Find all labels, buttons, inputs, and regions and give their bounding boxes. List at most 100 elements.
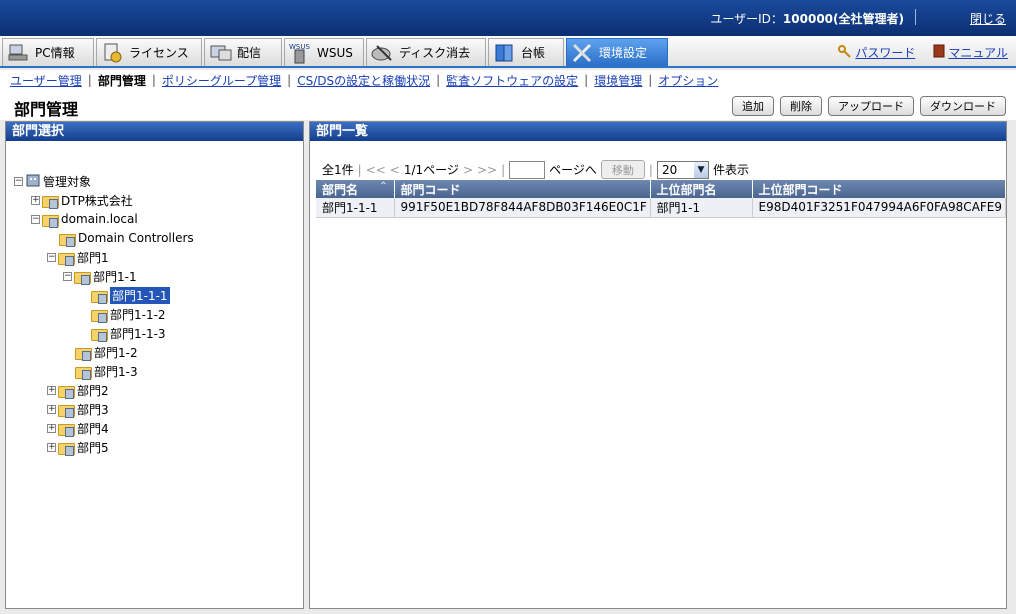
expand-toggle-icon[interactable]: +	[47, 385, 56, 395]
tree-node[interactable]: 部門1-2	[75, 343, 138, 361]
tab-wsus[interactable]: WSUS WSUS	[284, 38, 364, 66]
department-folder-icon	[91, 289, 108, 304]
password-link[interactable]: パスワード	[838, 44, 915, 61]
subnav-cs-ds-settings[interactable]: CS/DSの設定と稼働状況	[297, 72, 430, 89]
tree-node[interactable]: − 部門1-1	[63, 267, 137, 285]
chevron-down-icon: ▼	[693, 161, 708, 178]
move-button[interactable]: 移動	[600, 160, 645, 179]
tree-node[interactable]: + 部門3	[47, 400, 109, 418]
wsus-icon: WSUS	[289, 42, 313, 64]
first-page-icon[interactable]: <<	[366, 163, 386, 177]
column-header-parent-code[interactable]: 上位部門コード	[752, 180, 1006, 198]
department-folder-icon	[58, 441, 75, 456]
prev-page-icon[interactable]: <	[390, 163, 400, 177]
cell-department-code: 991F50E1BD78F844AF8DB03F146E0C1F	[394, 198, 651, 218]
tree-node-selected[interactable]: 部門1-1-1	[91, 286, 170, 304]
cell-parent-code: E98D401F3251F047994A6F0FA98CAFE9	[752, 198, 1006, 218]
subnav-user-management[interactable]: ユーザー管理	[10, 72, 82, 89]
collapse-toggle-icon[interactable]: −	[47, 252, 56, 262]
top-header: ユーザーID：100000(全社管理者) 閉じる	[0, 0, 1016, 36]
last-page-icon[interactable]: >>	[477, 163, 497, 177]
upload-button[interactable]: アップロード	[828, 96, 914, 116]
settings-tools-icon	[571, 42, 595, 64]
tab-disk-erase[interactable]: ディスク消去	[366, 38, 486, 66]
action-buttons: 追加 削除 アップロード ダウンロード	[732, 96, 1006, 116]
department-folder-icon	[59, 232, 76, 247]
department-folder-icon	[75, 346, 92, 361]
tab-pc-info[interactable]: PC情報	[2, 38, 94, 66]
tree-node[interactable]: − 管理対象	[14, 172, 91, 190]
cell-department-name: 部門1-1-1	[316, 198, 395, 218]
department-folder-icon	[91, 327, 108, 342]
tree-node[interactable]: Domain Controllers	[59, 229, 194, 247]
utility-links: パスワード マニュアル	[838, 44, 1008, 61]
collapse-toggle-icon[interactable]: −	[14, 176, 23, 186]
per-page-label: 件表示	[712, 163, 749, 177]
tree-node[interactable]: + 部門5	[47, 438, 109, 456]
manual-link[interactable]: マニュアル	[933, 44, 1008, 61]
collapse-toggle-icon[interactable]: −	[31, 214, 40, 224]
license-icon	[101, 42, 125, 64]
expand-toggle-icon[interactable]: +	[47, 404, 56, 414]
tab-distribution[interactable]: 配信	[204, 38, 282, 66]
department-list-header: 部門一覧	[310, 122, 1006, 141]
tab-ledger[interactable]: 台帳	[488, 38, 564, 66]
subnav-options[interactable]: オプション	[658, 72, 718, 89]
expand-toggle-icon[interactable]: +	[47, 423, 56, 433]
distribution-icon	[209, 42, 233, 64]
per-page-select[interactable]: 20 ▼	[656, 160, 709, 179]
subnav-environment[interactable]: 環境管理	[594, 72, 642, 89]
department-folder-icon	[91, 308, 108, 323]
page-indicator: 1/1ページ	[403, 163, 459, 177]
sort-ascending-icon[interactable]: ⌃	[379, 181, 387, 192]
next-page-icon[interactable]: >	[463, 163, 473, 177]
tab-settings[interactable]: 環境設定	[566, 38, 668, 66]
tree-node[interactable]: 部門1-1-3	[91, 324, 166, 342]
expand-toggle-icon[interactable]: +	[31, 195, 40, 205]
page-title: 部門管理	[14, 100, 79, 119]
pagination: 全1件 | << < 1/1ページ > >> | ページへ 移動 | 20 ▼ 件…	[322, 160, 749, 179]
tree-node[interactable]: − 部門1	[47, 248, 109, 266]
tree-node[interactable]: − domain.local	[31, 210, 138, 228]
department-folder-icon	[58, 403, 75, 418]
department-folder-icon	[42, 194, 59, 209]
close-link[interactable]: 閉じる	[970, 10, 1006, 27]
book-icon	[933, 44, 945, 61]
page-number-input[interactable]	[509, 160, 546, 179]
department-folder-icon	[75, 365, 92, 380]
subnav-audit-software[interactable]: 監査ソフトウェアの設定	[446, 72, 578, 89]
department-select-panel: 部門選択 − 管理対象 + DTP株式会社 − domain.local Domain…	[5, 121, 304, 609]
key-icon	[838, 44, 852, 61]
delete-button[interactable]: 削除	[780, 96, 822, 116]
table-row[interactable]: 部門1-1-1 991F50E1BD78F844AF8DB03F146E0C1F…	[316, 198, 1006, 218]
goto-page-label: ページへ	[549, 163, 597, 177]
page-title-bar: 部門管理 追加 削除 アップロード ダウンロード	[0, 90, 1016, 120]
ledger-icon	[493, 42, 517, 64]
sub-navigation: ユーザー管理 | 部門管理 | ポリシーグループ管理 | CS/DSの設定と稼働状況 |…	[0, 70, 1016, 90]
download-button[interactable]: ダウンロード	[920, 96, 1006, 116]
tree-node[interactable]: + DTP株式会社	[31, 191, 133, 209]
department-folder-icon	[74, 270, 91, 285]
user-info: ユーザーID：100000(全社管理者)	[710, 12, 904, 26]
department-folder-icon	[58, 251, 75, 266]
disk-erase-icon	[371, 42, 395, 64]
column-header-code[interactable]: 部門コード	[394, 180, 651, 198]
collapse-toggle-icon[interactable]: −	[63, 271, 72, 281]
tab-license[interactable]: ライセンス	[96, 38, 202, 66]
tree-node[interactable]: + 部門4	[47, 419, 109, 437]
department-folder-icon	[58, 422, 75, 437]
column-header-name[interactable]: 部門名 ⌃	[316, 180, 395, 198]
tree-node[interactable]: + 部門2	[47, 381, 109, 399]
department-table: 部門名 ⌃ 部門コード 上位部門名 上位部門コード 部門1-1-1 991F50…	[316, 180, 1006, 218]
tree-node[interactable]: 部門1-1-2	[91, 305, 166, 323]
expand-toggle-icon[interactable]: +	[47, 442, 56, 452]
department-list-panel: 部門一覧 全1件 | << < 1/1ページ > >> | ページへ 移動 | …	[309, 121, 1007, 609]
department-folder-icon	[58, 384, 75, 399]
add-button[interactable]: 追加	[732, 96, 774, 116]
main-tabbar: PC情報 ライセンス 配信 WSUS WSUS ディスク消去 台帳 環境設定 パ…	[0, 36, 1016, 68]
tree-node[interactable]: 部門1-3	[75, 362, 138, 380]
column-header-parent-name[interactable]: 上位部門名	[650, 180, 753, 198]
header-divider	[915, 9, 916, 25]
total-count: 全1件	[322, 163, 354, 177]
subnav-policy-group[interactable]: ポリシーグループ管理	[162, 72, 281, 89]
